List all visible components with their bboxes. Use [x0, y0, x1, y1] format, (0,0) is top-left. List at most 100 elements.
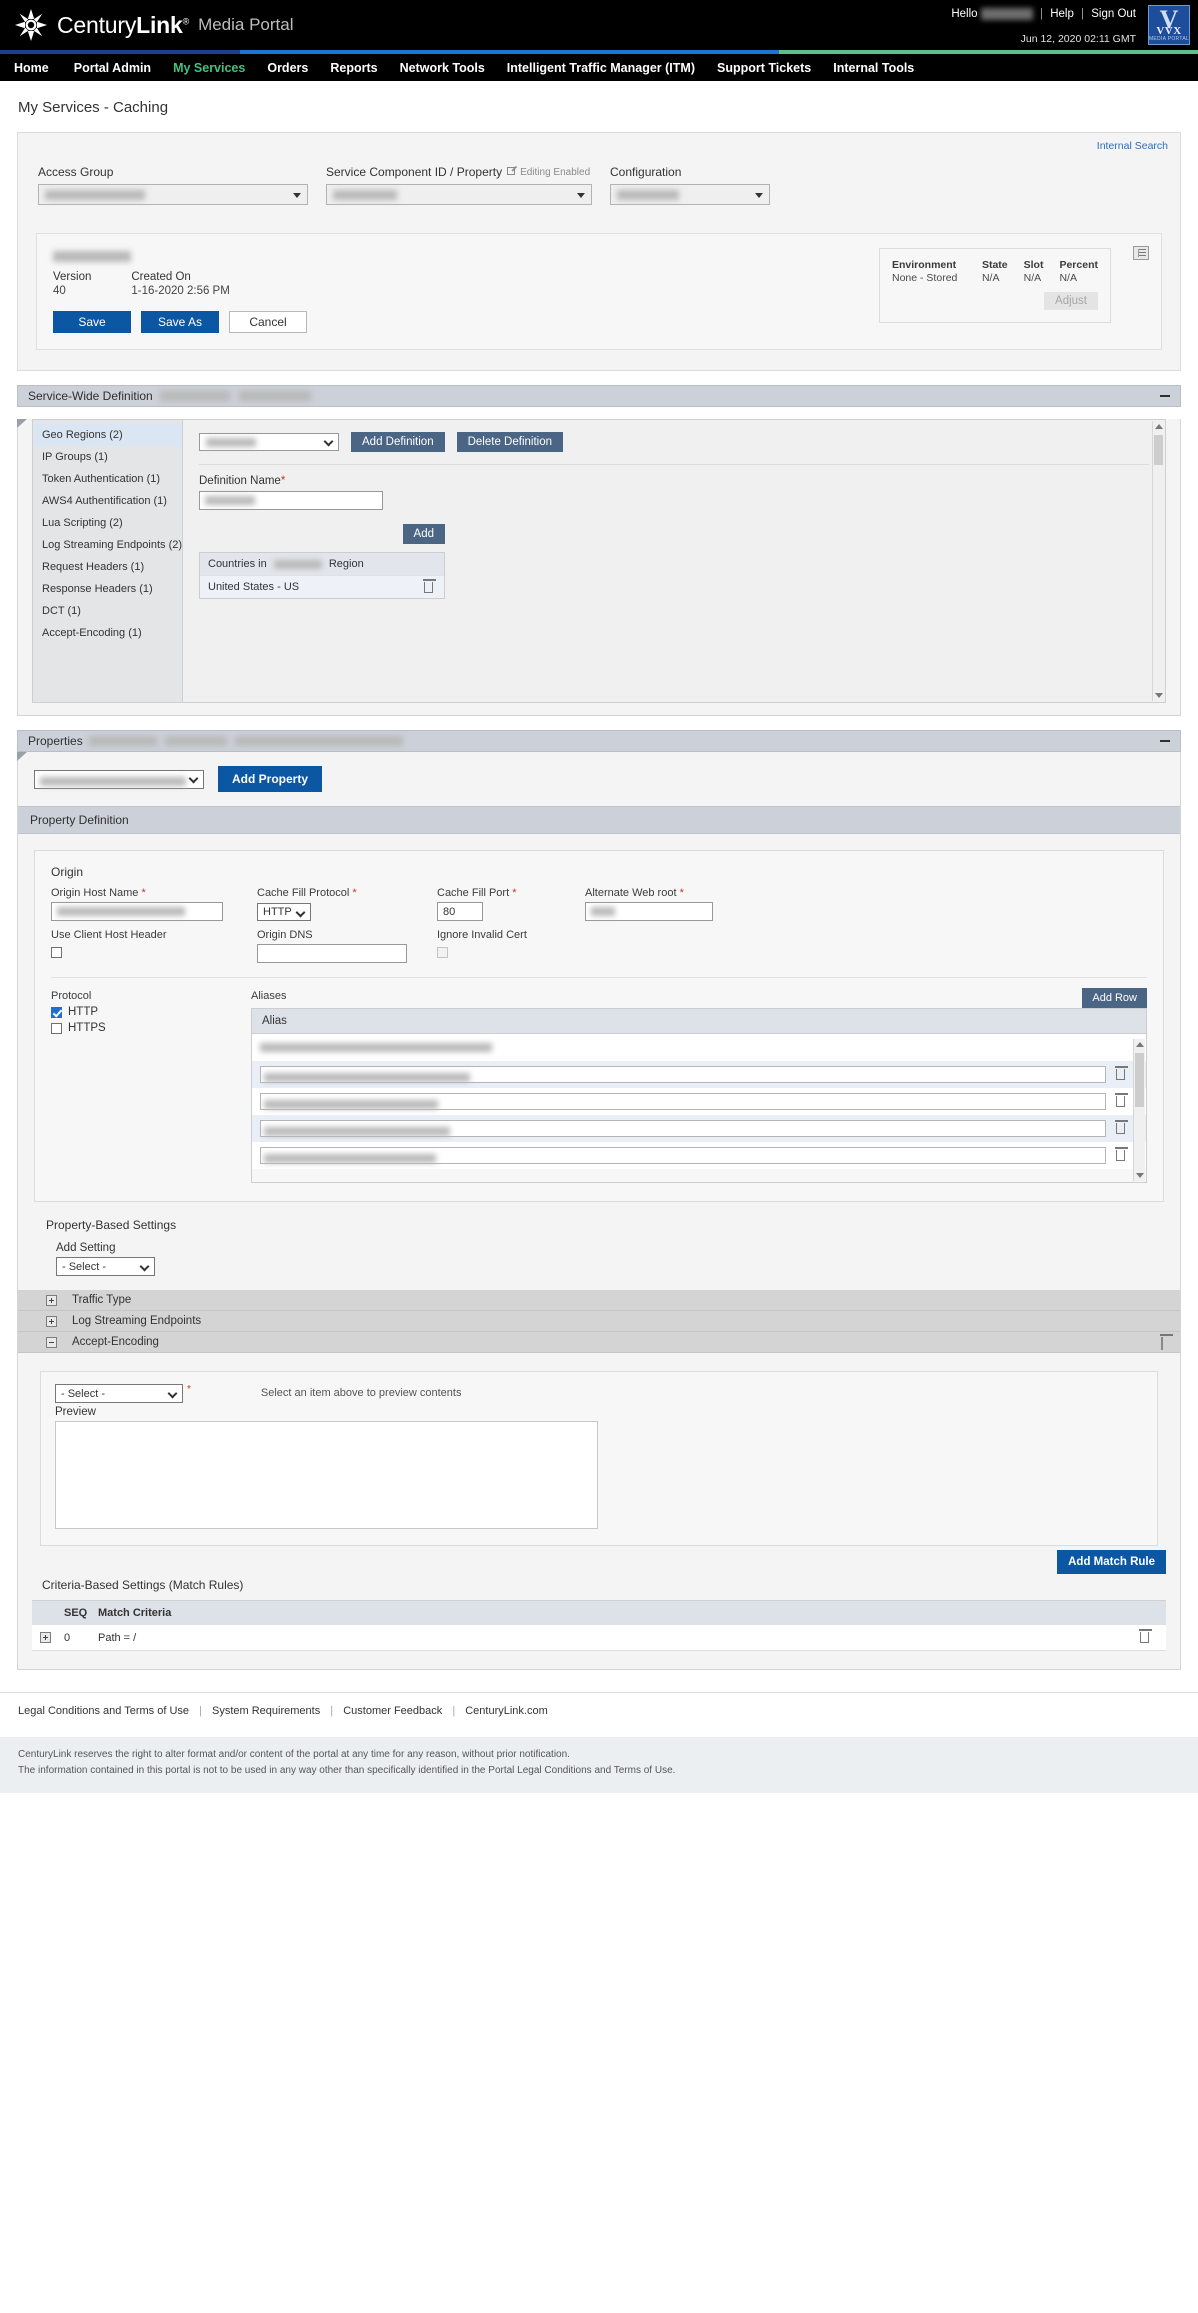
setting-row-log-streaming-endpoints[interactable]: Log Streaming Endpoints	[18, 1311, 1180, 1332]
origin-host-name-label-text: Origin Host Name	[51, 887, 139, 899]
add-property-button[interactable]: Add Property	[218, 766, 323, 792]
swd-item-geo-regions[interactable]: Geo Regions (2)	[33, 424, 182, 446]
notes-icon[interactable]	[1133, 246, 1149, 260]
swd-item-accept-encoding[interactable]: Accept-Encoding (1)	[33, 622, 182, 644]
delete-icon[interactable]	[1115, 1147, 1128, 1161]
expand-icon[interactable]	[46, 1294, 57, 1306]
alias-input[interactable]	[260, 1147, 1106, 1164]
required-asterisk: *	[679, 887, 684, 899]
aliases-scrollbar[interactable]	[1133, 1039, 1145, 1181]
setting-row-accept-encoding[interactable]: Accept-Encoding	[18, 1332, 1180, 1353]
scrollbar-thumb[interactable]	[1154, 435, 1163, 465]
required-asterisk: *	[512, 887, 517, 899]
service-wide-definition-header[interactable]: Service-Wide Definition	[17, 385, 1181, 407]
nav-item-support-tickets[interactable]: Support Tickets	[706, 61, 822, 75]
ignore-invalid-cert-checkbox[interactable]	[437, 947, 448, 959]
swd-item-ip-groups[interactable]: IP Groups (1)	[33, 446, 182, 468]
save-button[interactable]: Save	[53, 311, 131, 333]
property-select[interactable]	[34, 769, 204, 789]
scroll-down-icon[interactable]	[1155, 693, 1163, 698]
cache-fill-protocol-select[interactable]: HTTP	[257, 903, 311, 921]
properties-header[interactable]: Properties	[17, 730, 1181, 752]
alternate-web-root-input[interactable]	[585, 902, 713, 921]
property-toolbar: Add Property	[18, 752, 1180, 806]
collapse-icon[interactable]	[1160, 395, 1170, 397]
setting-label: Traffic Type	[72, 1294, 132, 1306]
scroll-up-icon[interactable]	[1136, 1042, 1144, 1047]
delete-icon[interactable]	[1139, 1629, 1152, 1643]
swd-item-request-headers[interactable]: Request Headers (1)	[33, 556, 182, 578]
footer-link-legal[interactable]: Legal Conditions and Terms of Use	[18, 1705, 189, 1717]
access-group-select[interactable]	[38, 184, 308, 205]
delete-setting-icon[interactable]	[1161, 1337, 1166, 1350]
page-body: My Services - Caching Internal Search Ac…	[0, 81, 1198, 1793]
save-as-button[interactable]: Save As	[141, 311, 219, 333]
definition-name-input[interactable]	[199, 491, 383, 510]
delete-definition-button[interactable]: Delete Definition	[456, 432, 563, 452]
swd-item-response-headers[interactable]: Response Headers (1)	[33, 578, 182, 600]
delete-icon[interactable]	[423, 578, 436, 593]
add-definition-button[interactable]: Add Definition	[351, 432, 445, 452]
brand-logo[interactable]: CenturyLink® Media Portal	[0, 8, 294, 42]
alternate-web-root-field: Alternate Web root *	[585, 887, 713, 963]
help-link[interactable]: Help	[1050, 8, 1074, 20]
footer-link-centurylink-com[interactable]: CenturyLink.com	[465, 1705, 548, 1717]
scroll-down-icon[interactable]	[1136, 1173, 1144, 1178]
nav-item-internal-tools[interactable]: Internal Tools	[822, 61, 925, 75]
nav-item-reports[interactable]: Reports	[319, 61, 388, 75]
swd-item-aws4-authentification[interactable]: AWS4 Authentification (1)	[33, 490, 182, 512]
expand-icon[interactable]	[46, 1315, 57, 1327]
footer-link-customer-feedback[interactable]: Customer Feedback	[343, 1705, 442, 1717]
swd-item-lua-scripting[interactable]: Lua Scripting (2)	[33, 512, 182, 534]
centurylink-starburst-icon	[14, 8, 48, 42]
divider	[199, 464, 1149, 465]
scrollbar-vertical[interactable]	[1152, 421, 1164, 701]
preview-select[interactable]: - Select -	[55, 1384, 183, 1403]
percent-label: Percent	[1059, 259, 1098, 271]
alias-input[interactable]	[260, 1120, 1106, 1137]
delete-icon[interactable]	[1115, 1066, 1128, 1080]
row-match-criteria: Path = /	[98, 1631, 137, 1644]
footer-link-system-requirements[interactable]: System Requirements	[212, 1705, 320, 1717]
nav-item-my-services[interactable]: My Services	[162, 61, 256, 75]
table-row	[252, 1061, 1146, 1088]
add-row-button[interactable]: Add Row	[1082, 988, 1147, 1008]
scrollbar-thumb[interactable]	[1135, 1053, 1144, 1107]
origin-host-name-input[interactable]	[51, 902, 223, 921]
swd-item-log-streaming-endpoints[interactable]: Log Streaming Endpoints (2)	[33, 534, 182, 556]
scroll-up-icon[interactable]	[1155, 424, 1163, 429]
use-client-host-header-checkbox[interactable]	[51, 947, 62, 959]
cancel-button[interactable]: Cancel	[229, 311, 307, 333]
nav-item-itm[interactable]: Intelligent Traffic Manager (ITM)	[496, 61, 706, 75]
internal-search-link[interactable]: Internal Search	[1097, 140, 1168, 152]
protocol-option-http[interactable]: HTTP	[51, 1006, 251, 1018]
setting-row-traffic-type[interactable]: Traffic Type	[18, 1290, 1180, 1311]
alias-input[interactable]	[260, 1093, 1106, 1110]
http-checkbox[interactable]	[51, 1006, 62, 1018]
service-component-select[interactable]	[326, 184, 592, 205]
add-button[interactable]: Add	[402, 524, 445, 544]
sign-out-link[interactable]: Sign Out	[1091, 8, 1136, 20]
configuration-select[interactable]	[610, 184, 770, 205]
nav-item-orders[interactable]: Orders	[256, 61, 319, 75]
delete-icon[interactable]	[1115, 1120, 1128, 1134]
alias-input[interactable]	[260, 1066, 1106, 1083]
https-checkbox[interactable]	[51, 1022, 62, 1034]
collapse-icon[interactable]	[1160, 740, 1170, 742]
expand-icon[interactable]	[39, 1632, 51, 1643]
nav-item-network-tools[interactable]: Network Tools	[389, 61, 496, 75]
add-setting-select[interactable]: - Select -	[56, 1257, 155, 1276]
criteria-title: Criteria-Based Settings (Match Rules)	[42, 1578, 244, 1592]
nav-item-portal-admin[interactable]: Portal Admin	[63, 61, 162, 75]
nav-item-home[interactable]: Home	[14, 61, 63, 75]
origin-dns-input[interactable]	[257, 944, 407, 963]
chevron-down-icon	[293, 192, 301, 198]
collapse-icon[interactable]	[46, 1336, 57, 1348]
add-match-rule-button[interactable]: Add Match Rule	[1057, 1550, 1166, 1574]
swd-item-dct[interactable]: DCT (1)	[33, 600, 182, 622]
definition-select[interactable]	[199, 433, 339, 451]
swd-item-token-authentication[interactable]: Token Authentication (1)	[33, 468, 182, 490]
delete-icon[interactable]	[1115, 1093, 1128, 1107]
protocol-option-https[interactable]: HTTPS	[51, 1022, 251, 1034]
cache-fill-port-input[interactable]: 80	[437, 902, 483, 921]
